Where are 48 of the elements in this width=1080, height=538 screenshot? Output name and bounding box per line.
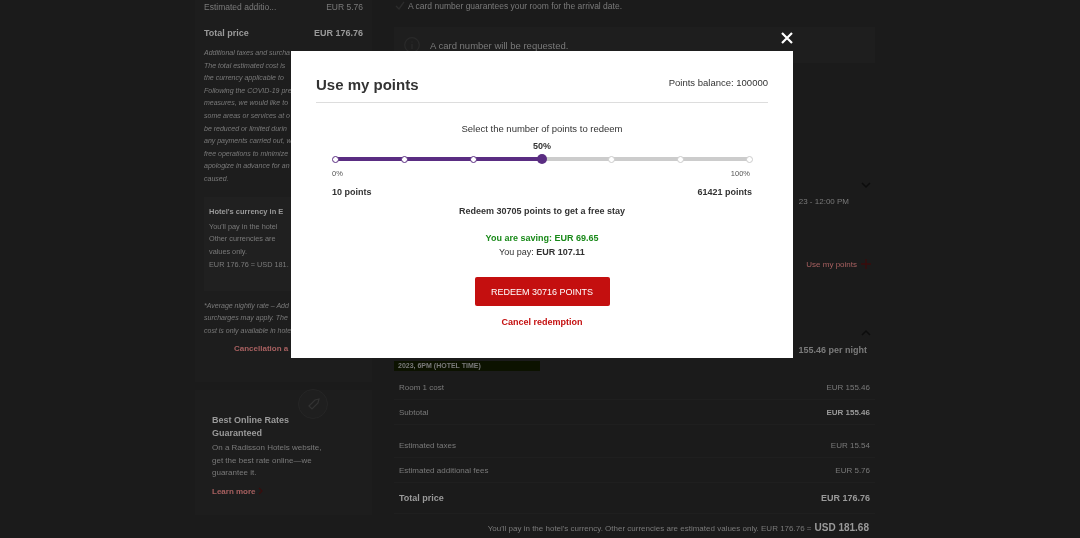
pay-label: You pay: xyxy=(499,247,534,257)
redeem-summary: Redeem 30705 points to get a free stay xyxy=(458,206,626,216)
min-points: 10 points xyxy=(332,187,372,197)
card-notice-text: A card number will be requested. xyxy=(430,39,569,51)
pay-amount: EUR 107.11 xyxy=(536,247,585,257)
price-value: EUR 176.76 xyxy=(820,493,870,503)
price-value: EUR 155.46 xyxy=(826,407,870,417)
use-points-link[interactable]: Use my points xyxy=(806,259,871,269)
learn-more-link[interactable]: Learn more xyxy=(212,486,263,496)
price-label: Subtotal xyxy=(399,407,429,417)
points-balance: Points balance: 100000 xyxy=(668,77,768,88)
rates-card-text: On a Radisson Hotels website, get the best rate online—we guarantee it. xyxy=(212,442,323,480)
plus-icon xyxy=(861,259,871,269)
nightly-rate: 155.46 per night xyxy=(798,345,867,355)
price-value: EUR 155.46 xyxy=(826,382,870,392)
price-label: Total price xyxy=(399,493,444,503)
converted-amount: USD 181.68 xyxy=(814,522,869,533)
slider-tick xyxy=(677,156,684,163)
currency-note: You'll pay in the hotel's currency. Other currencies are estimated values only. EUR 176.76 = xyxy=(487,524,812,533)
fee-value: EUR 5.76 xyxy=(326,2,363,12)
close-icon[interactable] xyxy=(781,32,793,44)
redeem-button[interactable]: REDEEM 30716 POINTS xyxy=(474,277,610,306)
info-icon xyxy=(404,37,420,53)
slider-tick xyxy=(332,156,339,163)
slider-tick xyxy=(746,156,753,163)
total-label: Total price xyxy=(204,28,249,38)
slider-prompt: Select the number of points to redeem xyxy=(461,123,623,134)
slider-tick xyxy=(401,156,408,163)
fee-label: Estimated additio... xyxy=(204,2,277,12)
price-value: EUR 15.54 xyxy=(830,440,870,450)
slider-tick xyxy=(608,156,615,163)
cancel-redemption-link[interactable]: Cancel redemption xyxy=(501,317,583,327)
slider-tick xyxy=(470,156,477,163)
saving-amount: You are saving: EUR 69.65 xyxy=(485,233,599,243)
price-label: Room 1 cost xyxy=(399,382,444,392)
rates-card-title: Best Online Rates Guaranteed xyxy=(212,414,291,439)
price-value: EUR 5.76 xyxy=(835,465,870,475)
max-points: 61421 points xyxy=(697,187,752,197)
price-label: Estimated taxes xyxy=(399,440,456,450)
price-label: Estimated additional fees xyxy=(399,465,489,475)
slider-thumb[interactable] xyxy=(537,154,547,164)
checkout-time: 23 - 12:00 PM xyxy=(798,197,849,207)
total-value: EUR 176.76 xyxy=(313,28,363,38)
chevron-right-icon xyxy=(257,487,263,496)
guarantee-note: A card number guarantees your room for the arrival date. xyxy=(408,0,623,11)
dialog-title: Use my points xyxy=(316,76,419,93)
cancellation-link[interactable]: Cancellation a xyxy=(234,344,289,354)
slider-value: 50% xyxy=(533,141,551,151)
